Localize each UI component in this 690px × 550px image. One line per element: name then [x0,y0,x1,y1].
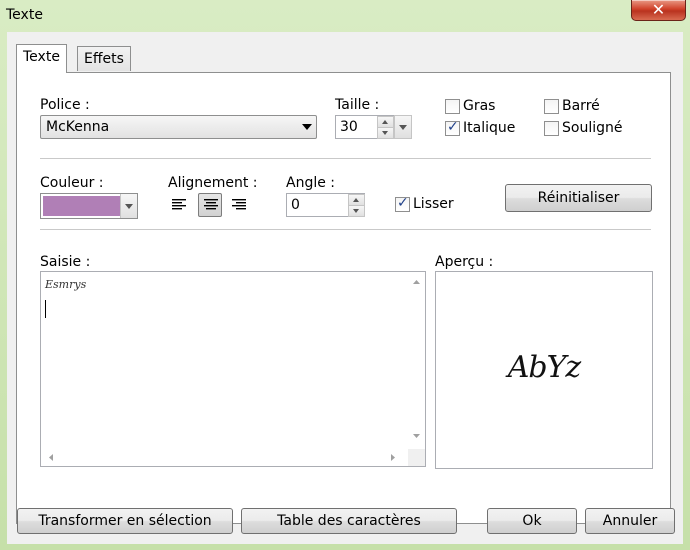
chevron-down-icon[interactable] [120,194,137,218]
smooth-label: Lisser [413,196,454,212]
text-dialog-window: Texte ✕ Texte Effets Police : McKenna Ta… [0,0,690,550]
text-input-area[interactable]: Esmrys [40,271,426,467]
input-text: Esmrys [45,278,87,291]
font-value: McKenna [46,119,110,135]
vertical-scrollbar[interactable] [408,272,425,449]
check-icon: ✓ [397,195,409,211]
horizontal-scrollbar[interactable] [41,449,408,466]
spin-down-icon[interactable] [348,205,365,217]
angle-stepper[interactable]: 0 [286,193,365,217]
spin-down-icon[interactable] [377,127,394,139]
underline-label: Souligné [562,120,623,136]
scroll-corner [408,449,425,466]
preview-box: AbYz [435,271,653,469]
alignment-label: Alignement : [168,175,258,191]
italic-checkbox[interactable]: ✓ [445,119,460,136]
font-select[interactable]: McKenna [40,115,317,139]
align-left-icon [172,199,186,210]
italic-label: Italique [463,120,516,136]
size-label: Taille : [335,97,380,113]
preview-label: Aperçu : [435,254,494,270]
tab-label: Texte [23,49,60,65]
preview-sample: AbYz [507,350,581,385]
bold-label: Gras [463,98,496,114]
input-label: Saisie : [40,254,91,270]
bold-checkbox[interactable] [445,99,460,114]
dialog-client-area: Texte Effets Police : McKenna Taille : 3… [7,32,683,544]
align-left-button[interactable] [168,194,192,218]
text-caret [45,300,46,318]
check-icon: ✓ [447,119,459,135]
title-bar[interactable]: Texte ✕ [0,0,690,32]
divider [40,158,651,159]
tab-label: Effets [84,51,124,67]
ok-button[interactable]: Ok [487,508,577,534]
align-center-button[interactable] [198,193,222,217]
chevron-down-icon [302,124,312,130]
cancel-button[interactable]: Annuler [585,508,675,534]
tab-panel: Police : McKenna Taille : 30 Gras ✓ Ital… [16,72,671,524]
underline-checkbox[interactable] [544,121,559,136]
size-dropdown-icon[interactable] [394,115,412,139]
close-button[interactable]: ✕ [631,0,686,21]
divider [40,229,651,230]
window-title: Texte [6,7,43,23]
strike-label: Barré [562,98,600,114]
scroll-arrows-icon [49,454,395,461]
transform-selection-button[interactable]: Transformer en sélection [17,508,233,534]
strike-checkbox[interactable] [544,99,559,114]
reset-button[interactable]: Réinitialiser [505,184,652,212]
smooth-checkbox[interactable]: ✓ [395,195,410,212]
scroll-arrows-icon [413,280,420,438]
color-label: Couleur : [40,175,104,191]
tab-texte[interactable]: Texte [16,44,67,73]
angle-label: Angle : [286,175,336,191]
size-stepper[interactable]: 30 [335,115,412,139]
angle-spin-buttons [348,194,365,217]
size-spin-buttons [377,116,394,139]
color-swatch [43,196,121,216]
align-right-icon [232,199,246,210]
align-center-icon [204,199,218,210]
size-value: 30 [340,119,358,135]
align-right-button[interactable] [228,194,252,218]
font-label: Police : [40,97,90,113]
angle-value: 0 [291,197,300,213]
tab-effets[interactable]: Effets [77,46,131,71]
close-icon: ✕ [651,0,666,19]
character-map-button[interactable]: Table des caractères [241,508,457,534]
color-picker[interactable] [40,193,138,219]
